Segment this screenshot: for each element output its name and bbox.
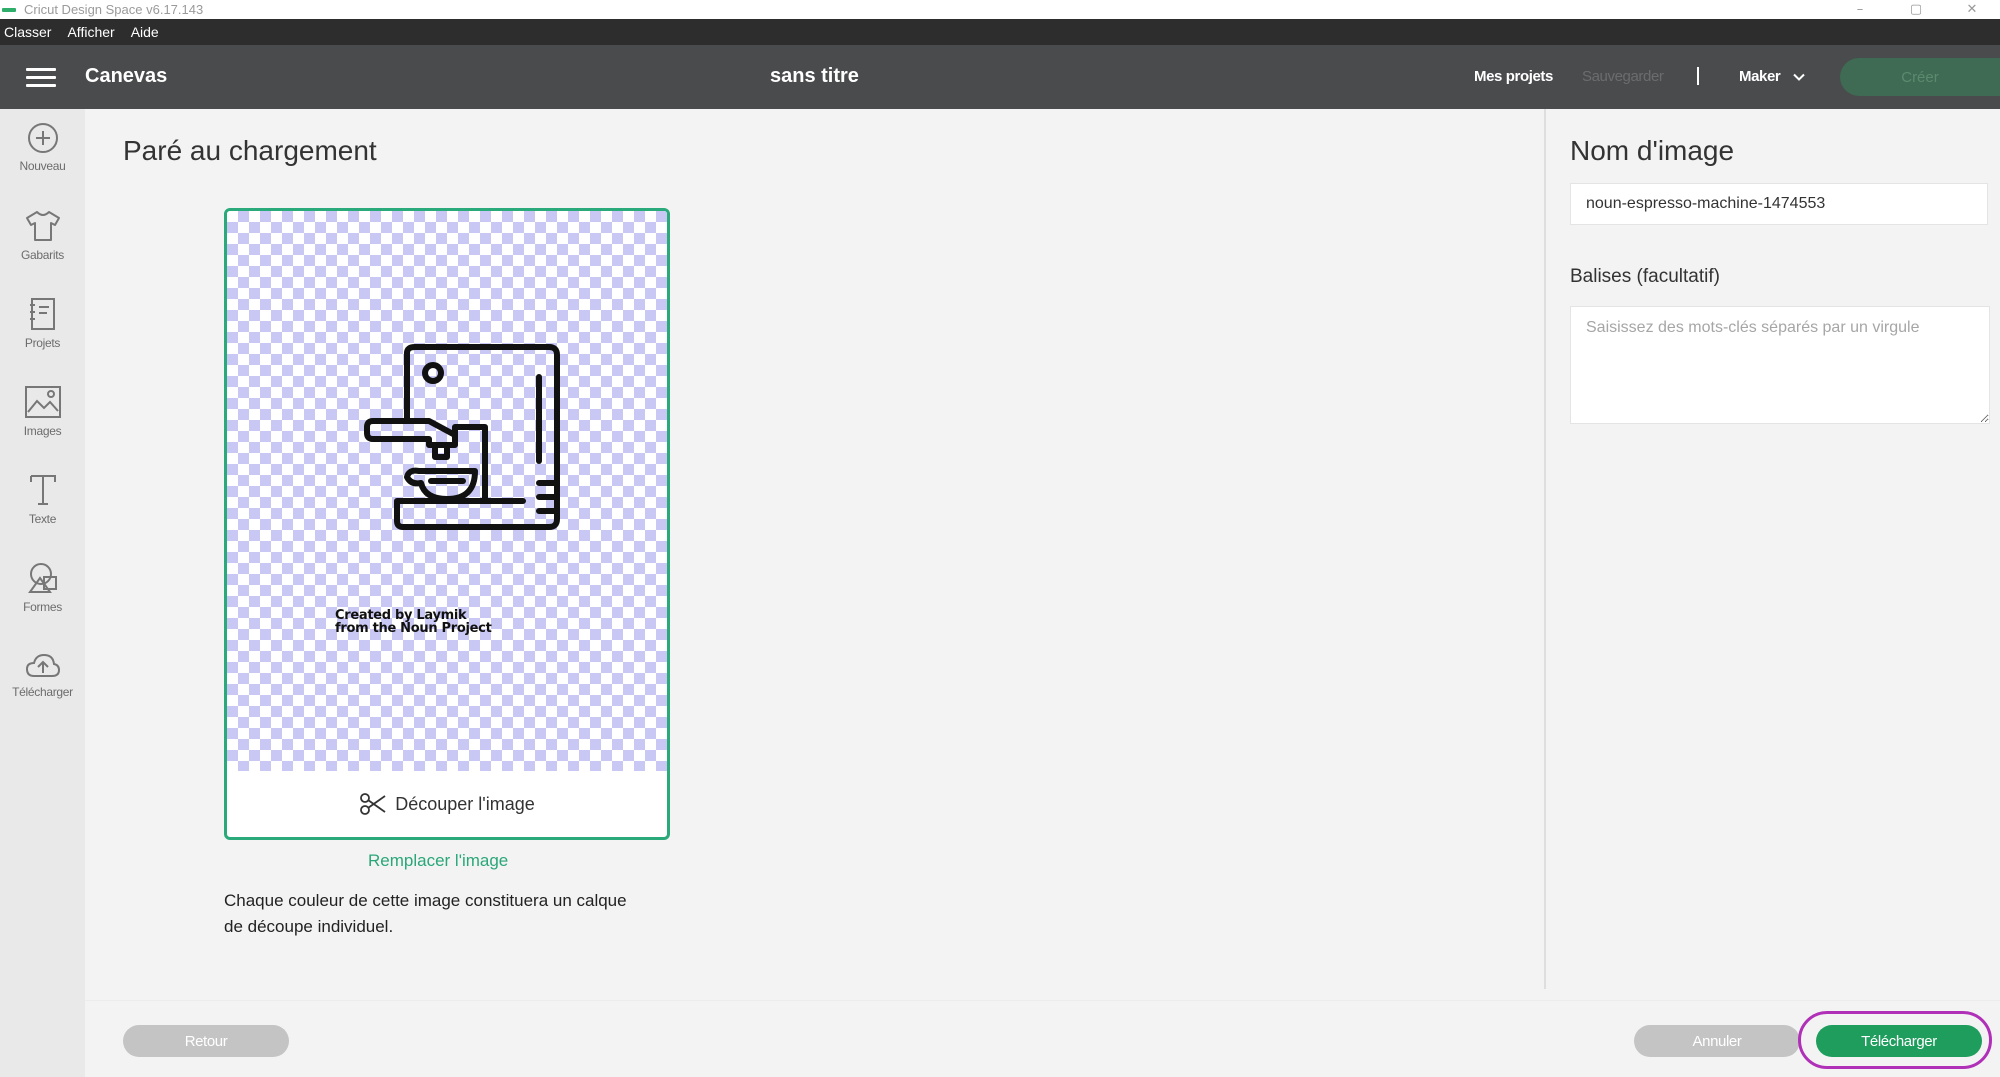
sidebar-item-label: Gabarits — [21, 248, 64, 262]
save-link[interactable]: Sauvegarder — [1582, 68, 1664, 85]
my-projects-link[interactable]: Mes projets — [1474, 68, 1553, 85]
machine-select-label: Maker — [1739, 68, 1781, 85]
sidebar-item-gabarits[interactable]: Gabarits — [0, 209, 85, 262]
page-title: Paré au chargement — [123, 135, 377, 166]
sidebar-item-formes[interactable]: Formes — [0, 561, 85, 614]
window-title-bar: Cricut Design Space v6.17.143 – ▢ ✕ — [0, 0, 2000, 19]
cloud-upload-icon — [25, 653, 60, 677]
minimize-button[interactable]: – — [1832, 0, 1888, 19]
replace-image-link[interactable]: Remplacer l'image — [368, 851, 508, 871]
panel-divider — [1544, 109, 1546, 989]
sidebar-item-label: Images — [23, 424, 62, 438]
back-button[interactable]: Retour — [123, 1025, 289, 1057]
image-icon — [24, 386, 61, 418]
menu-item-aide[interactable]: Aide — [131, 24, 159, 40]
menu-item-afficher[interactable]: Afficher — [67, 24, 114, 40]
text-icon — [29, 475, 56, 505]
sidebar-item-label: Projets — [24, 336, 61, 350]
tshirt-icon — [25, 211, 60, 241]
hamburger-menu-icon[interactable] — [26, 68, 56, 88]
window-controls: – ▢ ✕ — [1832, 0, 2000, 19]
espresso-machine-icon — [364, 344, 560, 530]
sidebar-item-images[interactable]: Images — [0, 385, 85, 438]
tags-label: Balises (facultatif) — [1570, 266, 1720, 287]
sidebar-item-telecharger[interactable]: Télécharger — [0, 652, 85, 699]
header-divider — [1697, 67, 1699, 85]
layer-info-text: Chaque couleur de cette image constituer… — [224, 891, 627, 936]
image-credit: Created by Laymik from the Noun Project — [335, 609, 492, 635]
app-header: Canevas sans titre Mes projets Sauvegard… — [0, 45, 2000, 109]
app-logo-icon — [2, 7, 16, 12]
credit-line-2: from the Noun Project — [335, 621, 492, 636]
shapes-icon — [27, 563, 57, 593]
upload-highlight-ring — [1798, 1011, 1992, 1069]
sidebar: Nouveau Gabarits Projets Images Texte Fo… — [0, 109, 85, 1077]
sidebar-item-nouveau[interactable]: Nouveau — [0, 122, 85, 173]
sidebar-item-label: Formes — [23, 600, 62, 614]
sidebar-item-texte[interactable]: Texte — [0, 473, 85, 526]
cancel-button[interactable]: Annuler — [1634, 1025, 1800, 1057]
footer-divider — [85, 1000, 2000, 1001]
document-title: sans titre — [770, 65, 859, 87]
chevron-down-icon — [1793, 73, 1806, 81]
sidebar-item-projets[interactable]: Projets — [0, 297, 85, 350]
window-title: Cricut Design Space v6.17.143 — [24, 2, 204, 17]
image-name-input[interactable] — [1570, 183, 1988, 225]
crop-image-label: Découper l'image — [395, 793, 535, 814]
menu-bar: Classer Afficher Aide — [0, 19, 2000, 45]
make-button[interactable]: Créer — [1840, 58, 2000, 96]
plus-circle-icon — [27, 123, 58, 153]
menu-item-classer[interactable]: Classer — [4, 24, 51, 40]
section-title: Canevas — [85, 65, 168, 87]
tags-input[interactable] — [1570, 306, 1990, 424]
sidebar-item-label: Texte — [28, 512, 57, 526]
image-preview-card: Created by Laymik from the Noun Project … — [224, 208, 670, 840]
close-button[interactable]: ✕ — [1944, 0, 2000, 19]
notebook-icon — [29, 298, 55, 330]
sidebar-item-label: Télécharger — [12, 685, 73, 699]
scissors-icon — [360, 793, 386, 815]
machine-select[interactable]: Maker — [1739, 68, 1806, 85]
sidebar-item-label: Nouveau — [19, 159, 66, 173]
transparency-preview: Created by Laymik from the Noun Project — [227, 211, 667, 771]
crop-image-button[interactable]: Découper l'image — [227, 771, 667, 837]
maximize-button[interactable]: ▢ — [1888, 0, 1944, 19]
image-name-title: Nom d'image — [1570, 135, 1735, 166]
